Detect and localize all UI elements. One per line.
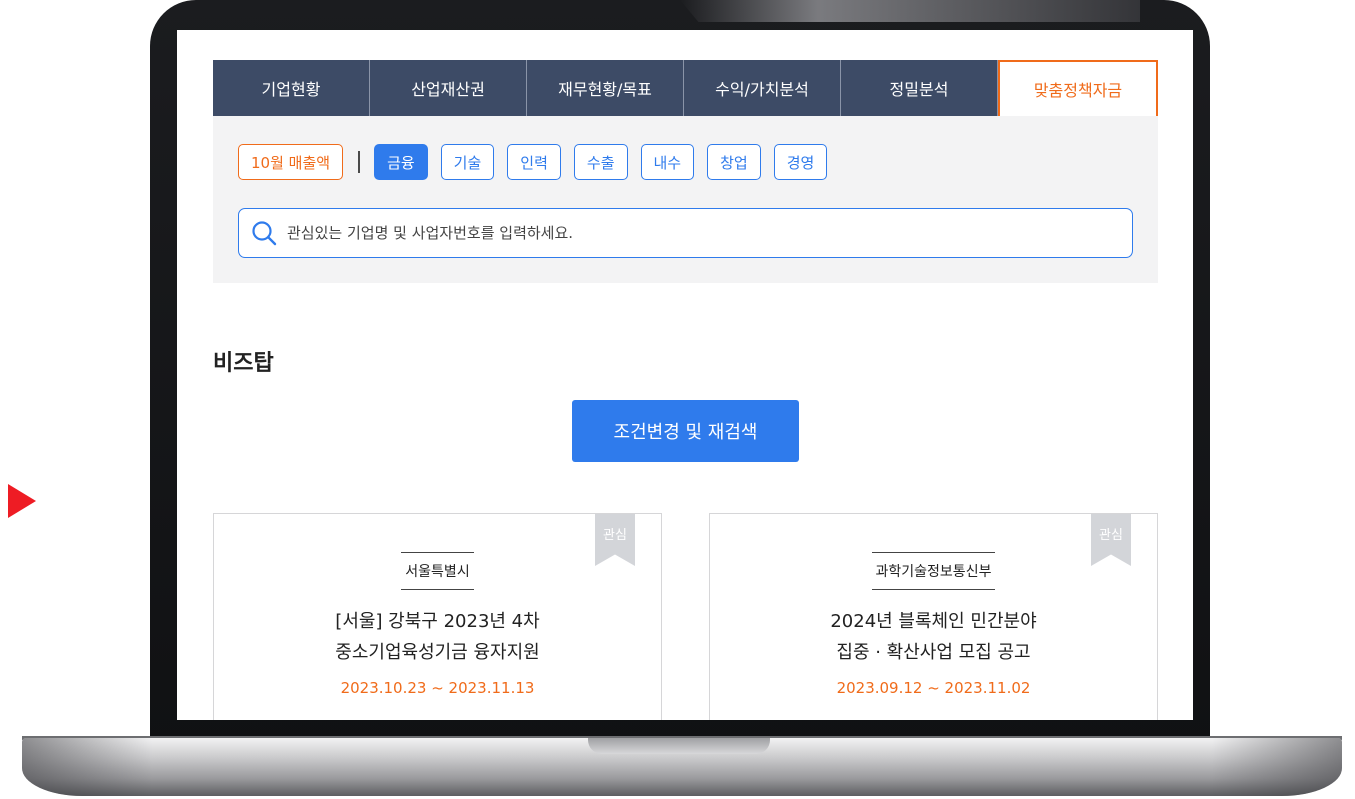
card-period: 2023.09.12 ~ 2023.11.02 <box>836 679 1031 697</box>
sales-chip[interactable]: 10월 매출액 <box>238 144 344 180</box>
card-period: 2023.10.23 ~ 2023.11.13 <box>340 679 535 697</box>
tab-custom-policy-funds[interactable]: 맞춤정책자금 <box>998 60 1158 116</box>
laptop-base-notch <box>588 738 770 754</box>
chip-manpower[interactable]: 인력 <box>507 144 561 180</box>
search-icon[interactable] <box>251 220 277 246</box>
card-title-line: 중소기업육성기금 융자지원 <box>335 642 540 663</box>
filter-chips: 10월 매출액 금융 기술 인력 수출 내수 창업 경영 <box>238 144 840 180</box>
laptop-base-shade <box>1212 738 1342 796</box>
change-conditions-research-button[interactable]: 조건변경 및 재검색 <box>572 400 799 462</box>
section-title: 비즈탑 <box>213 351 274 376</box>
card-agency: 서울특별시 <box>214 552 661 590</box>
policy-card[interactable]: 관심 과학기술정보통신부 2024년 블록체인 민간분야 집중 · 확산사업 모… <box>709 513 1158 720</box>
tab-company-status[interactable]: 기업현황 <box>213 60 370 116</box>
search-input[interactable] <box>287 224 1132 242</box>
stage: 기업현황 산업재산권 재무현황/목표 수익/가치분석 정밀분석 맞춤정책자금 1… <box>0 0 1355 799</box>
chip-management[interactable]: 경영 <box>773 144 828 180</box>
chip-startup[interactable]: 창업 <box>707 144 761 180</box>
policy-card[interactable]: 관심 서울특별시 [서울] 강북구 2023년 4차 중소기업육성기금 융자지원… <box>213 513 662 720</box>
tab-industrial-property[interactable]: 산업재산권 <box>370 60 527 116</box>
card-agency: 과학기술정보통신부 <box>710 552 1157 590</box>
card-title-line: [서울] 강북구 2023년 4차 <box>335 611 540 632</box>
card-title-line: 2024년 블록체인 민간분야 <box>830 611 1037 632</box>
laptop-screen: 기업현황 산업재산권 재무현황/목표 수익/가치분석 정밀분석 맞춤정책자금 1… <box>177 30 1193 720</box>
card-title[interactable]: [서울] 강북구 2023년 4차 중소기업육성기금 융자지원 <box>214 606 661 668</box>
tab-profit-value-analysis[interactable]: 수익/가치분석 <box>684 60 841 116</box>
chip-finance[interactable]: 금융 <box>374 144 428 180</box>
card-agency-label: 과학기술정보통신부 <box>871 552 996 590</box>
chip-domestic[interactable]: 내수 <box>640 144 695 180</box>
pointer-arrow-icon <box>8 484 36 518</box>
laptop-base-shade <box>22 738 152 796</box>
lid-glare <box>680 0 1140 22</box>
chip-technology[interactable]: 기술 <box>440 144 495 180</box>
tab-bar: 기업현황 산업재산권 재무현황/목표 수익/가치분석 정밀분석 맞춤정책자금 <box>213 60 1158 116</box>
card-agency-label: 서울특별시 <box>401 552 474 590</box>
chip-export[interactable]: 수출 <box>573 144 628 180</box>
card-title[interactable]: 2024년 블록체인 민간분야 집중 · 확산사업 모집 공고 <box>710 606 1157 668</box>
card-title-line: 집중 · 확산사업 모집 공고 <box>836 642 1031 663</box>
tab-detailed-analysis[interactable]: 정밀분석 <box>841 60 998 116</box>
chip-divider <box>358 151 361 173</box>
tab-financial-status[interactable]: 재무현황/목표 <box>527 60 684 116</box>
search-box[interactable] <box>238 208 1133 258</box>
filter-panel: 10월 매출액 금융 기술 인력 수출 내수 창업 경영 <box>213 116 1158 283</box>
